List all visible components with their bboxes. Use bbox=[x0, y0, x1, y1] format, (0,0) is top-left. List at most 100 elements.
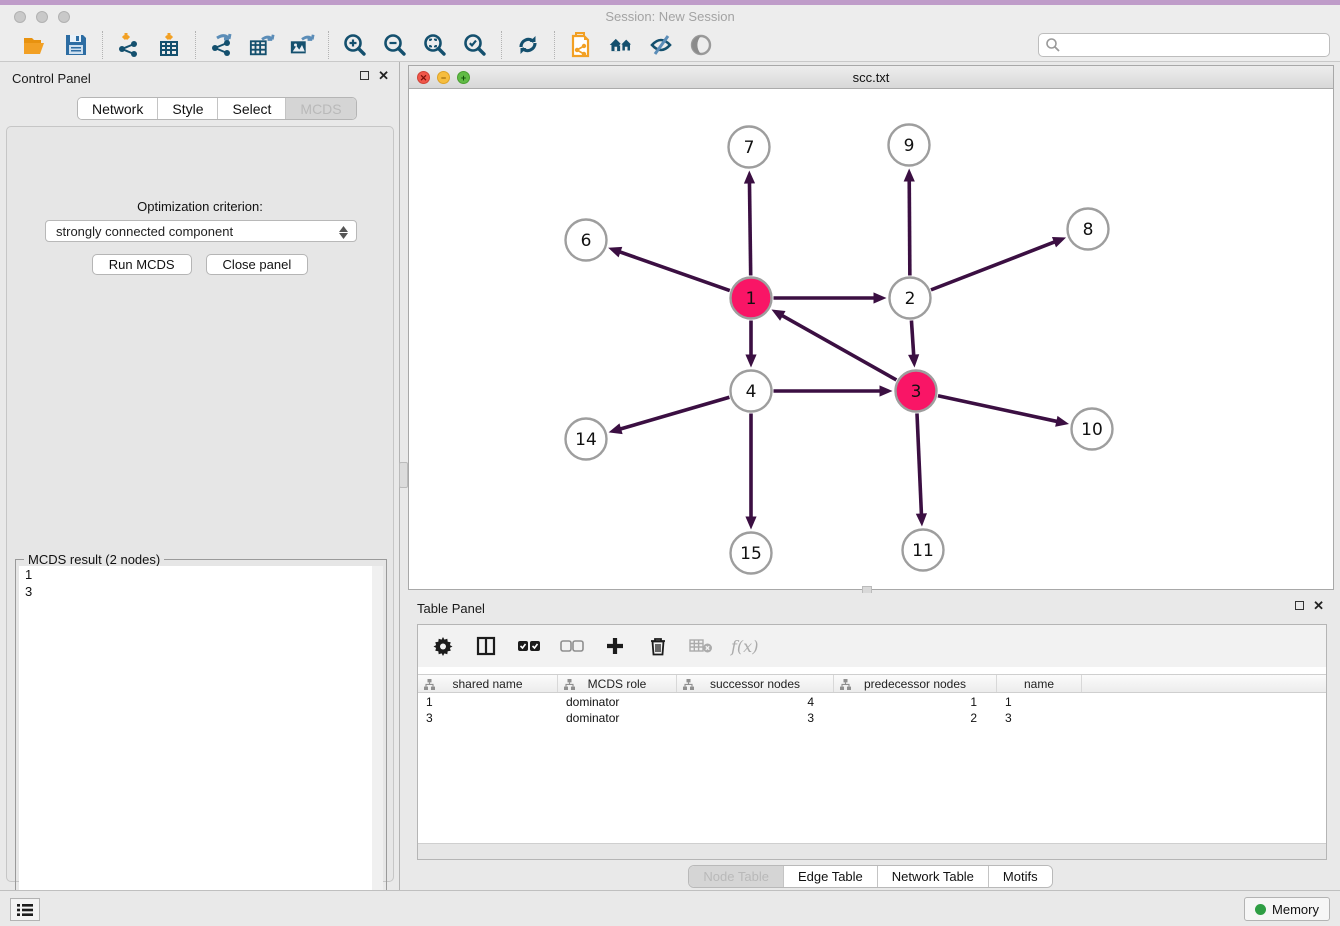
table-toolbar: f(x) bbox=[418, 625, 1326, 667]
deselect-all-check-icon[interactable] bbox=[559, 633, 585, 659]
zoom-selected-icon[interactable] bbox=[462, 32, 488, 58]
float-table-panel-icon[interactable] bbox=[1295, 601, 1304, 610]
tab-select[interactable]: Select bbox=[218, 98, 286, 119]
run-mcds-button[interactable]: Run MCDS bbox=[92, 254, 192, 275]
table-cell[interactable]: 3 bbox=[418, 710, 558, 726]
column-type-icon bbox=[683, 679, 694, 690]
graph-node-label: 11 bbox=[912, 541, 934, 561]
table-cell[interactable]: 1 bbox=[997, 694, 1082, 710]
tab-edge-table[interactable]: Edge Table bbox=[784, 866, 878, 887]
graph-node-label: 15 bbox=[740, 544, 762, 564]
table-row[interactable]: 1dominator411 bbox=[418, 694, 1326, 710]
graph-edge-arrowhead bbox=[609, 423, 623, 434]
graph-edge-3-10[interactable] bbox=[938, 396, 1059, 422]
table-footer-strip bbox=[418, 843, 1326, 859]
tab-style[interactable]: Style bbox=[158, 98, 218, 119]
tab-motifs[interactable]: Motifs bbox=[989, 866, 1052, 887]
result-line: 1 bbox=[19, 566, 383, 583]
export-network-icon[interactable] bbox=[209, 32, 235, 58]
tab-node-table[interactable]: Node Table bbox=[689, 866, 784, 887]
search-input[interactable] bbox=[1038, 33, 1330, 57]
table-header-name[interactable]: name bbox=[997, 675, 1082, 692]
graph-edge-arrowhead bbox=[745, 355, 756, 368]
graph-edge-3-11[interactable] bbox=[917, 413, 922, 516]
add-row-icon[interactable] bbox=[602, 633, 628, 659]
tab-network[interactable]: Network bbox=[78, 98, 158, 119]
table-cell[interactable]: dominator bbox=[558, 694, 677, 710]
close-panel-button[interactable]: Close panel bbox=[206, 254, 309, 275]
graph-edge-1-7[interactable] bbox=[749, 180, 750, 275]
network-window-titlebar[interactable]: ✕ − + scc.txt bbox=[409, 66, 1333, 89]
export-image-icon[interactable] bbox=[289, 32, 315, 58]
table-cell[interactable]: 1 bbox=[834, 694, 997, 710]
table-cell[interactable]: 3 bbox=[677, 710, 834, 726]
network-canvas[interactable]: 7968124314101511 bbox=[409, 89, 1333, 589]
show-column-icon[interactable] bbox=[473, 633, 499, 659]
zoom-out-icon[interactable] bbox=[382, 32, 408, 58]
criterion-select[interactable]: strongly connected component bbox=[45, 220, 357, 242]
import-table-icon[interactable] bbox=[156, 32, 182, 58]
birdseye-view-icon[interactable] bbox=[688, 32, 714, 58]
refresh-icon[interactable] bbox=[515, 32, 541, 58]
float-panel-icon[interactable] bbox=[360, 71, 369, 80]
table-cell[interactable]: 3 bbox=[997, 710, 1082, 726]
graph-edge-arrowhead bbox=[916, 513, 927, 526]
function-builder-icon[interactable]: f(x) bbox=[731, 637, 758, 656]
tab-network-table[interactable]: Network Table bbox=[878, 866, 989, 887]
control-panel-title: Control Panel bbox=[12, 71, 91, 86]
graph-edge-arrowhead bbox=[745, 517, 756, 530]
graph-edge-3-1[interactable] bbox=[780, 314, 896, 380]
graph-edge-2-8[interactable] bbox=[931, 241, 1057, 290]
graphics-details-icon[interactable] bbox=[648, 32, 674, 58]
optimization-criterion-label: Optimization criterion: bbox=[7, 199, 393, 214]
memory-status-icon bbox=[1255, 904, 1266, 915]
column-label: successor nodes bbox=[710, 677, 800, 691]
table-cell[interactable]: dominator bbox=[558, 710, 677, 726]
node-table-container: f(x) shared nameMCDS role successor nodes… bbox=[417, 624, 1327, 860]
graph-edge-2-9[interactable] bbox=[909, 178, 910, 275]
select-all-check-icon[interactable] bbox=[516, 633, 542, 659]
new-network-from-selection-icon[interactable] bbox=[568, 32, 594, 58]
table-cell[interactable]: 1 bbox=[418, 694, 558, 710]
status-bar: Memory bbox=[0, 890, 1340, 926]
criterion-value: strongly connected component bbox=[56, 224, 233, 239]
graph-edge-arrowhead bbox=[874, 292, 887, 303]
open-session-icon[interactable] bbox=[23, 32, 49, 58]
vertical-splitter-handle[interactable] bbox=[399, 462, 408, 488]
mcds-result-title: MCDS result (2 nodes) bbox=[24, 552, 164, 567]
graph-edge-1-6[interactable] bbox=[618, 251, 730, 290]
table-cell[interactable]: 2 bbox=[834, 710, 997, 726]
close-table-panel-icon[interactable]: ✕ bbox=[1313, 601, 1324, 610]
table-row[interactable]: 3dominator323 bbox=[418, 710, 1326, 726]
table-cell[interactable]: 4 bbox=[677, 694, 834, 710]
delete-row-icon[interactable] bbox=[645, 633, 671, 659]
memory-button[interactable]: Memory bbox=[1244, 897, 1330, 921]
export-table-icon[interactable] bbox=[249, 32, 275, 58]
task-history-button[interactable] bbox=[10, 898, 40, 921]
table-tabs: Node Table Edge Table Network Table Moti… bbox=[688, 865, 1052, 888]
home-icon[interactable] bbox=[608, 32, 634, 58]
import-network-icon[interactable] bbox=[116, 32, 142, 58]
graph-edge-2-3[interactable] bbox=[911, 320, 913, 357]
table-header-shared-name[interactable]: shared name bbox=[418, 675, 558, 692]
table-header-successor-nodes[interactable]: successor nodes bbox=[677, 675, 834, 692]
close-panel-icon[interactable]: ✕ bbox=[378, 71, 389, 80]
table-panel-title: Table Panel bbox=[417, 601, 485, 616]
table-header-predecessor-nodes[interactable]: predecessor nodes bbox=[834, 675, 997, 692]
result-scrollbar[interactable] bbox=[372, 566, 383, 926]
tab-mcds[interactable]: MCDS bbox=[286, 98, 355, 119]
graph-edge-arrowhead bbox=[1055, 416, 1069, 427]
mcds-result-textarea[interactable]: 1 3 bbox=[19, 566, 383, 926]
save-session-icon[interactable] bbox=[63, 32, 89, 58]
table-header-MCDS-role[interactable]: MCDS role bbox=[558, 675, 677, 692]
select-stepper-icon bbox=[337, 224, 350, 240]
column-type-icon bbox=[564, 679, 575, 690]
control-panel: Control Panel ✕ Network Style Select MCD… bbox=[0, 62, 400, 890]
table-settings-icon[interactable] bbox=[430, 633, 456, 659]
delete-table-icon[interactable] bbox=[688, 633, 714, 659]
zoom-in-icon[interactable] bbox=[342, 32, 368, 58]
graph-node-label: 8 bbox=[1083, 220, 1094, 240]
zoom-fit-icon[interactable] bbox=[422, 32, 448, 58]
network-graph[interactable]: 7968124314101511 bbox=[409, 89, 1333, 589]
graph-edge-4-14[interactable] bbox=[618, 397, 729, 429]
